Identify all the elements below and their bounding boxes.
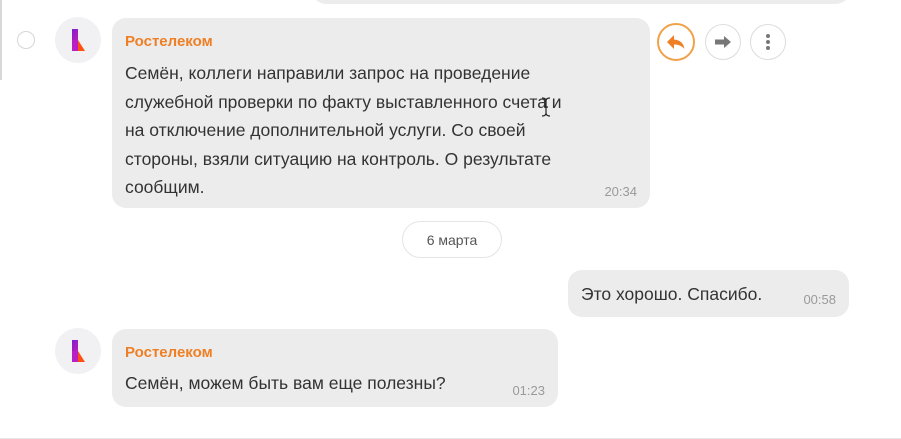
message-time: 20:34 xyxy=(604,184,637,199)
text-cursor-icon xyxy=(541,97,551,117)
more-vertical-icon xyxy=(766,34,770,50)
sender-avatar xyxy=(55,328,101,374)
incoming-message-bubble[interactable]: Ростелеком Семён, можем быть вам еще пол… xyxy=(112,329,558,407)
outgoing-message-bubble[interactable]: Это хорошо. Спасибо. 00:58 xyxy=(568,270,849,317)
sender-name: Ростелеком xyxy=(125,344,213,361)
sender-name: Ростелеком xyxy=(125,33,213,50)
sender-avatar xyxy=(55,17,101,63)
message-time: 01:23 xyxy=(512,383,545,398)
incoming-message-bubble[interactable]: Ростелеком Семён, коллеги направили запр… xyxy=(112,18,650,208)
forward-button[interactable] xyxy=(705,24,741,60)
message-line: служебной проверки по факту выставленног… xyxy=(125,91,562,112)
message-time: 00:58 xyxy=(803,292,836,307)
more-options-button[interactable] xyxy=(750,24,786,60)
rostelecom-logo-icon xyxy=(72,340,85,362)
scrollbar-edge[interactable] xyxy=(0,0,2,80)
message-text: Семён, коллеги направили запрос на прове… xyxy=(125,59,562,202)
reply-arrow-icon xyxy=(667,35,685,49)
reply-button[interactable] xyxy=(657,23,695,61)
forward-arrow-icon xyxy=(715,36,731,48)
rostelecom-logo-icon xyxy=(72,29,85,51)
date-separator: 6 марта xyxy=(402,221,502,258)
previous-message-bubble-edge xyxy=(312,0,850,4)
message-text: Это хорошо. Спасибо. xyxy=(581,284,763,304)
message-text: Семён, можем быть вам еще полезны? xyxy=(125,373,446,393)
message-line: стороны, взяли ситуацию на контроль. О р… xyxy=(125,148,552,169)
message-line: сообщим. xyxy=(125,177,205,197)
message-line: на отключение дополнительной услуги. Со … xyxy=(125,120,526,140)
message-select-radio[interactable] xyxy=(17,31,35,49)
message-line: Семён, коллеги направили запрос на прове… xyxy=(125,63,531,83)
